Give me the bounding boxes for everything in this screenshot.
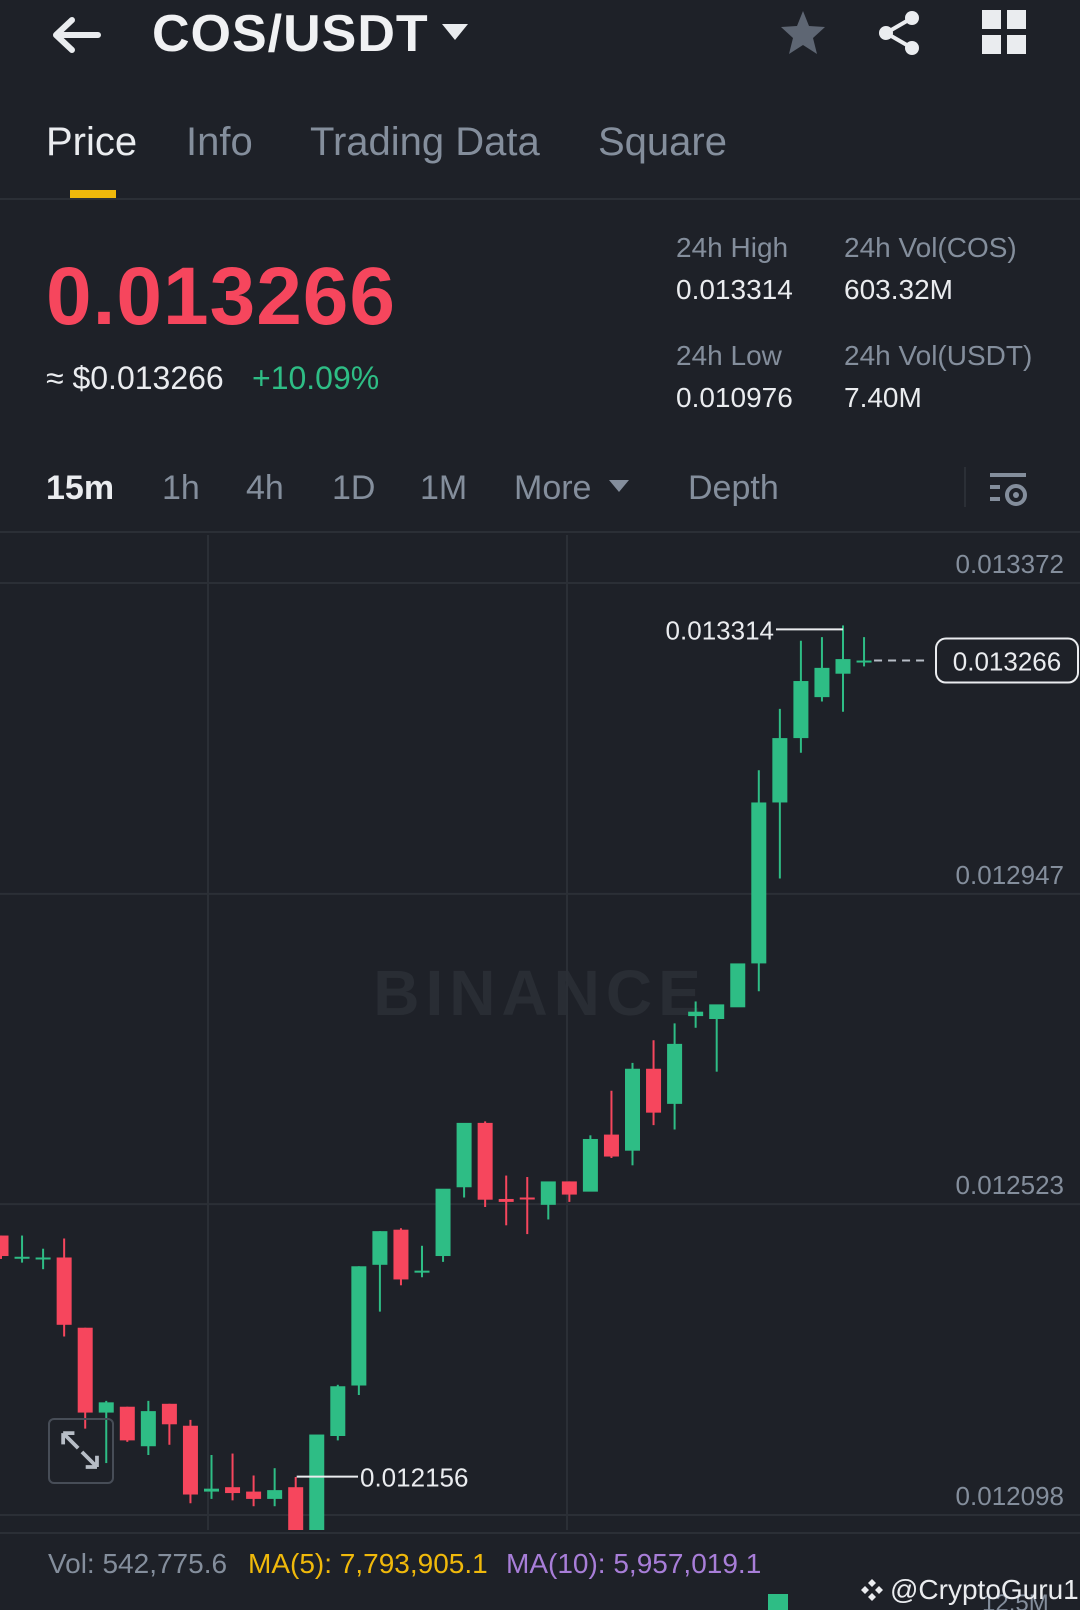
candle-body xyxy=(14,1256,30,1259)
top-bar: COS/USDT xyxy=(0,0,1080,70)
y-tick-label: 0.012947 xyxy=(956,860,1064,890)
chevron-down-icon[interactable] xyxy=(440,22,470,42)
candle-body xyxy=(140,1411,156,1447)
interval-1d[interactable]: 1D xyxy=(332,469,375,508)
candle-body xyxy=(688,1011,704,1017)
tab-info[interactable]: Info xyxy=(186,120,253,165)
candle-body xyxy=(625,1068,640,1151)
candle-body xyxy=(309,1434,325,1530)
candle-body xyxy=(540,1181,556,1205)
interval-more[interactable]: More xyxy=(514,469,591,508)
usd-price: ≈ $0.013266 xyxy=(46,360,224,396)
chart-settings-icon[interactable] xyxy=(988,467,1032,511)
chart-grid: 0.013372 0.012947 0.012523 0.012098 xyxy=(0,535,1080,1530)
vol-quote-label: 24h Vol(USDT) xyxy=(844,340,1033,371)
active-tab-indicator xyxy=(70,190,116,198)
divider xyxy=(964,467,966,507)
candle-body xyxy=(414,1270,430,1273)
candle-body xyxy=(646,1068,662,1113)
candle-body xyxy=(793,681,809,739)
high-marker-label: 0.013314 xyxy=(666,615,774,645)
volume-bar xyxy=(768,1594,788,1610)
binance-logo-icon xyxy=(861,1579,883,1601)
candle-body xyxy=(204,1488,219,1492)
candles xyxy=(0,625,872,1530)
candle-body xyxy=(225,1487,241,1494)
favorite-star-icon[interactable] xyxy=(778,8,828,58)
candle-body xyxy=(435,1188,451,1257)
vol-base-value: 603.32M xyxy=(844,274,953,305)
candle-body xyxy=(56,1257,72,1325)
candle-body xyxy=(561,1181,577,1195)
depth-tab[interactable]: Depth xyxy=(688,469,779,508)
candle-body xyxy=(267,1490,283,1499)
y-tick-label: 0.013372 xyxy=(956,549,1064,579)
back-arrow-icon[interactable] xyxy=(48,10,108,60)
candle-body xyxy=(182,1425,198,1495)
tab-square[interactable]: Square xyxy=(598,120,727,165)
volume-ma10: MA(10): 5,957,019.1 xyxy=(506,1548,762,1579)
candle-body xyxy=(772,738,788,803)
candle-body xyxy=(582,1138,598,1192)
candle-body xyxy=(835,659,851,674)
interval-1m[interactable]: 1M xyxy=(420,469,467,508)
candle-body xyxy=(709,1004,725,1020)
low-label: 24h Low xyxy=(676,340,782,371)
candle-body xyxy=(161,1403,177,1425)
volume-value: Vol: 542,775.6 xyxy=(48,1548,228,1579)
y-tick-label: 0.012523 xyxy=(956,1170,1064,1200)
candle-body xyxy=(372,1231,388,1265)
candle-body xyxy=(330,1386,346,1436)
candle-body xyxy=(0,1235,9,1257)
last-price: 0.013266 xyxy=(46,251,397,342)
candle-body xyxy=(98,1402,114,1413)
section-tabs: Price Info Trading Data Square xyxy=(0,110,1080,200)
share-icon[interactable] xyxy=(874,8,924,58)
high-value: 0.013314 xyxy=(676,274,793,305)
interval-4h[interactable]: 4h xyxy=(246,469,284,508)
expand-icon xyxy=(61,1431,99,1469)
candle-body xyxy=(814,667,830,698)
price-change-percent: +10.09% xyxy=(252,360,380,396)
candlestick-chart[interactable]: 0.013372 0.012947 0.012523 0.012098 BINANCE… xyxy=(0,535,1080,1530)
candle-body xyxy=(730,963,746,1008)
interval-selector: 15m 1h 4h 1D 1M More Depth xyxy=(0,455,1080,533)
candle-body xyxy=(119,1406,135,1441)
vol-base-label: 24h Vol(COS) xyxy=(844,232,1017,263)
candle-body xyxy=(603,1134,619,1157)
low-value: 0.010976 xyxy=(676,382,793,413)
fullscreen-button[interactable] xyxy=(48,1418,114,1484)
candle-body xyxy=(477,1122,493,1200)
candle-body xyxy=(351,1266,367,1386)
high-label: 24h High xyxy=(676,232,789,263)
tab-price[interactable]: Price xyxy=(46,120,137,165)
low-marker-label: 0.012156 xyxy=(360,1463,468,1493)
candle-body xyxy=(77,1327,93,1413)
candle-body xyxy=(35,1257,51,1260)
candle-body xyxy=(498,1198,514,1202)
watermark-text: BINANCE xyxy=(373,957,707,1029)
binance-watermark: BINANCE xyxy=(373,957,707,1029)
candle-body xyxy=(667,1043,683,1104)
candle-body xyxy=(856,660,872,663)
candle-body xyxy=(288,1487,304,1530)
vol-quote-value: 7.40M xyxy=(844,382,922,413)
interval-1h[interactable]: 1h xyxy=(162,469,200,508)
y-tick-label: 0.012098 xyxy=(956,1481,1064,1511)
trading-pair-title[interactable]: COS/USDT xyxy=(152,4,429,64)
candle-body xyxy=(456,1122,472,1188)
candle-body xyxy=(246,1491,262,1499)
credit-handle: @CryptoGuru12 xyxy=(890,1574,1080,1605)
current-price-label: 0.013266 xyxy=(953,647,1061,677)
chevron-down-icon[interactable] xyxy=(608,479,630,493)
candle-body xyxy=(393,1229,409,1280)
grid-menu-icon[interactable] xyxy=(982,10,1026,54)
tab-trading-data[interactable]: Trading Data xyxy=(310,120,540,165)
chart-annotations: 0.013314 0.012156 0.013266 xyxy=(296,615,1079,1493)
candle-body xyxy=(519,1197,535,1200)
candle-body xyxy=(751,802,767,964)
interval-15m[interactable]: 15m xyxy=(46,469,114,508)
volume-ma5: MA(5): 7,793,905.1 xyxy=(248,1548,488,1579)
